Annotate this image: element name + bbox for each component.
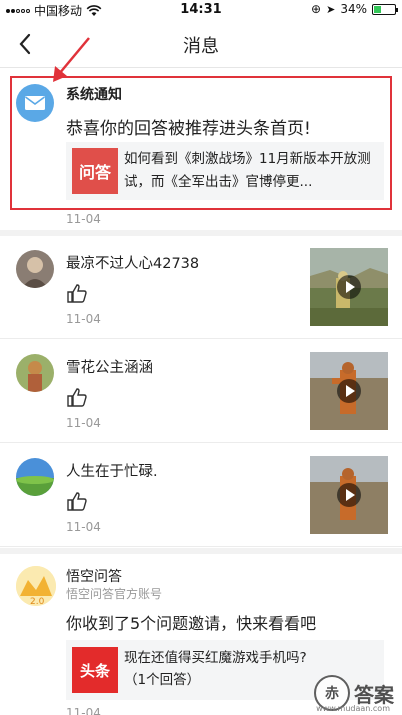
invitation-date: 11-04 (66, 706, 101, 715)
sender-subtitle: 悟空问答官方账号 (66, 587, 163, 601)
thumbs-up-icon (67, 388, 87, 407)
location-icon: ➤ (326, 2, 336, 16)
watermark-url: www.mudaan.com (316, 704, 390, 713)
user-name[interactable]: 最凉不过人心42738 (66, 252, 199, 273)
svg-text:2.0: 2.0 (30, 597, 45, 606)
notice-message: 恭喜你的回答被推荐进头条首页! (66, 119, 311, 139)
play-icon[interactable] (337, 483, 361, 507)
watermark: 赤 答案 www.mudaan.com (314, 675, 394, 713)
like-date: 11-04 (66, 312, 101, 326)
video-thumbnail[interactable] (310, 352, 388, 430)
like-notification[interactable]: 最凉不过人心42738 11-04 (0, 236, 402, 339)
avatar[interactable] (16, 458, 54, 496)
notice-date: 11-04 (66, 212, 101, 226)
invitation-message: 你收到了5个问题邀请，快来看看吧 (66, 614, 317, 633)
user-name[interactable]: 雪花公主涵涵 (66, 356, 153, 377)
system-notice-item[interactable]: 系统通知 恭喜你的回答被推荐进头条首页! 问答 如何看到《刺激战场》11月新版本… (0, 70, 402, 230)
play-icon[interactable] (337, 379, 361, 403)
question-card[interactable]: 问答 如何看到《刺激战场》11月新版本开放测试，而《全军出击》官博停更... (66, 142, 384, 200)
sender-name[interactable]: 悟空问答 (66, 566, 122, 586)
like-notification[interactable]: 人生在于忙碌. 11-04 (0, 444, 402, 547)
thumbs-up-icon (67, 284, 87, 303)
wenda-logo: 问答 (72, 148, 118, 194)
user-name[interactable]: 人生在于忙碌. (66, 460, 158, 481)
video-thumbnail[interactable] (310, 456, 388, 534)
question-title: 现在还值得买红魔游戏手机吗?（1个回答） (124, 650, 307, 688)
thumbs-up-icon (67, 492, 87, 511)
battery-percent: 34% (340, 2, 367, 16)
battery-icon (372, 3, 398, 15)
mail-icon (16, 84, 54, 122)
like-date: 11-04 (66, 520, 101, 534)
orientation-lock-icon: ⊕ (311, 2, 322, 16)
sender-name: 系统通知 (66, 87, 122, 103)
status-bar: 中国移动 14:31 ⊕ ➤ 34% (0, 0, 402, 20)
video-thumbnail[interactable] (310, 248, 388, 326)
red-arrow-icon (53, 37, 90, 82)
wukong-avatar[interactable]: 2.0 (16, 566, 56, 606)
avatar[interactable] (16, 250, 54, 288)
play-icon[interactable] (337, 275, 361, 299)
avatar[interactable] (16, 354, 54, 392)
like-date: 11-04 (66, 416, 101, 430)
like-notification[interactable]: 雪花公主涵涵 11-04 (0, 340, 402, 443)
question-title: 如何看到《刺激战场》11月新版本开放测试，而《全军出击》官博停更... (124, 151, 371, 190)
toutiao-logo: 头条 (72, 647, 118, 693)
